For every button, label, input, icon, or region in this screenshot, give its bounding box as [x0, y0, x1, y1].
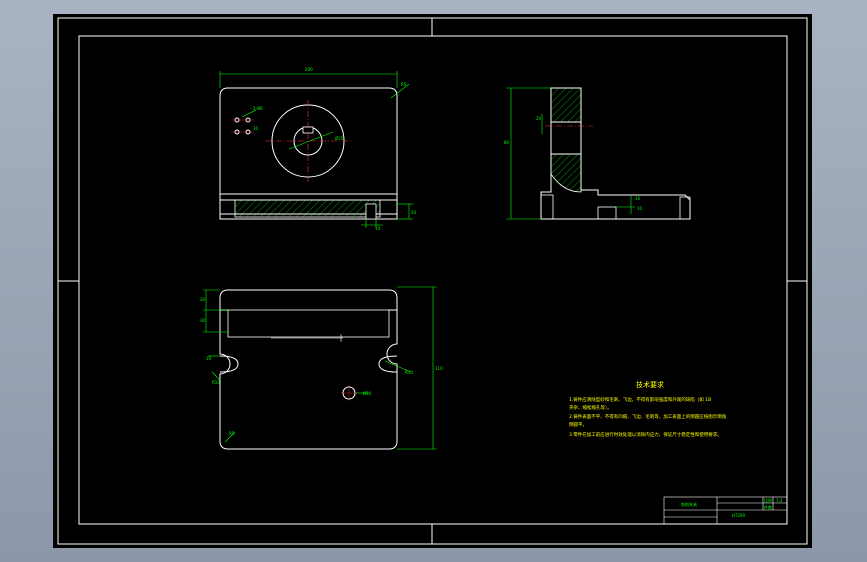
dim-plan-slot-r: R10: [405, 370, 413, 375]
dim-top-width: 200: [305, 67, 313, 72]
dim-plan-height: 110: [435, 366, 443, 371]
dim-hole-spacing: 10: [253, 126, 259, 131]
tb-scale-value: 1:2: [776, 498, 783, 503]
technical-notes: 技术要求 1.铸件应清除型砂和毛刺、飞边，不得有影响强度和外观的缺陷（如 1B …: [569, 380, 726, 438]
inner-frame: [78, 35, 788, 525]
front-body-outline: [219, 87, 398, 220]
dim-plan-hole: Ø10: [363, 391, 372, 396]
dim-base-thickness: 20: [411, 210, 417, 215]
dim-plan-notch: 10: [206, 356, 212, 361]
plan-view: Ø10 20 30 110 10 R10 R10 R5: [200, 286, 443, 450]
side-hatch-top: [550, 87, 582, 123]
outer-frame: [57, 17, 808, 545]
cad-viewport[interactable]: 200 R5 Ø35 2-Ø6 10 20 10 80 20 10 10 Ø10…: [53, 14, 812, 548]
dim-corner-radius: R5: [401, 82, 407, 87]
dim-small-holes: 2-Ø6: [253, 106, 263, 111]
front-view: 200 R5 Ø35 2-Ø6 10 20 10: [219, 67, 417, 231]
dim-side-foot: 10: [637, 206, 643, 211]
dim-side-height: 80: [504, 140, 510, 145]
dim-plan-corner: R5: [229, 431, 235, 436]
side-hatch-bottom: [550, 153, 582, 193]
tb-qty-label: 件数: [764, 504, 772, 510]
drawing-sheet: 200 R5 Ø35 2-Ø6 10 20 10 80 20 10 10 Ø10…: [57, 17, 808, 545]
tb-scale-label: 比例: [764, 497, 772, 503]
dim-plan-depth: 20: [200, 297, 206, 302]
note-line-4: 倒圆平。: [569, 421, 587, 428]
note-line-5: 3.零件在加工前应进行时效处理以消除内应力，保证尺寸稳定性和使用要求。: [569, 431, 722, 438]
dim-slot: 10: [375, 226, 381, 231]
plan-outline: [219, 289, 398, 450]
tb-part-name: 铣削夹具: [681, 501, 697, 507]
side-view: 80 20 10 10: [504, 87, 691, 220]
dim-side-bore: 20: [536, 116, 542, 121]
plan-rail: [227, 309, 390, 338]
dim-plan-side: 30: [200, 318, 206, 323]
tb-material: HT200: [732, 513, 746, 518]
dim-plan-notch-radius: R10: [212, 380, 220, 385]
note-line-2: 夹杂、缩松缩孔等）。: [569, 404, 612, 411]
notes-title: 技术要求: [636, 380, 664, 389]
note-line-3: 2.铸件表面不平、不得有凹痕、飞边、毛刺等，加工表面上的倒圆应按图示倒角: [569, 413, 726, 420]
dim-side-step: 10: [635, 196, 641, 201]
note-line-1: 1.铸件应清除型砂和毛刺、飞边，不得有影响强度和外观的缺陷（如 1B: [569, 396, 711, 403]
dim-bore: Ø35: [335, 136, 344, 141]
